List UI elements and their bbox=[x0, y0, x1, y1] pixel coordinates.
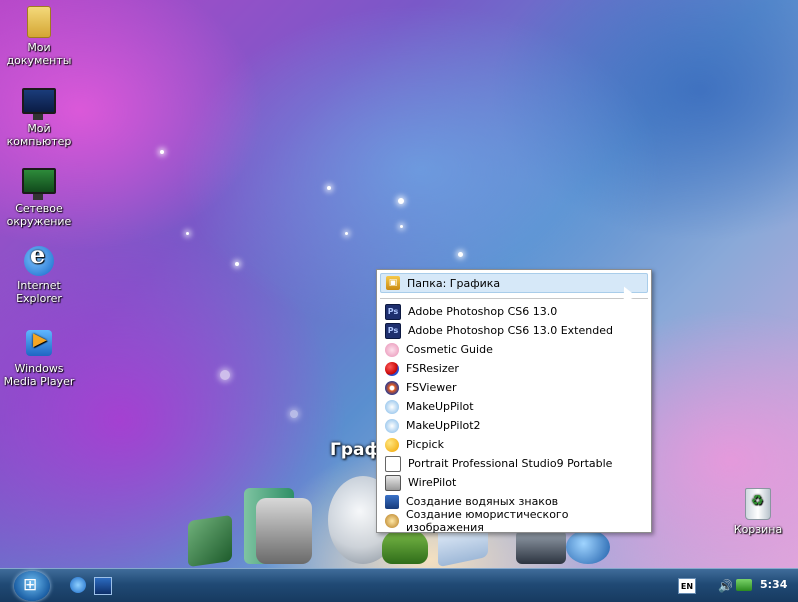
internet-explorer-icon: e bbox=[24, 243, 54, 276]
menu-item-makeuppilot[interactable]: MakeUpPilot bbox=[380, 397, 648, 416]
menu-item-wirepilot[interactable]: WirePilot bbox=[380, 473, 648, 492]
menu-item-label: MakeUpPilot bbox=[406, 400, 474, 413]
menu-item-fsresizer[interactable]: FSResizer bbox=[380, 359, 648, 378]
menu-item-makeuppilot2[interactable]: MakeUpPilot2 bbox=[380, 416, 648, 435]
menu-header-folder[interactable]: ▣ Папка: Графика bbox=[380, 273, 648, 293]
menu-item-label: Picpick bbox=[406, 438, 444, 451]
desktop-icon-label: Сетевое окружение bbox=[6, 202, 72, 228]
network-tray-icon[interactable] bbox=[736, 579, 752, 591]
picpick-icon bbox=[385, 437, 399, 452]
desktop-icon-recycle-bin[interactable]: ♻ Корзина bbox=[719, 488, 797, 536]
humor-image-icon bbox=[385, 513, 399, 528]
dock-globe-icon[interactable] bbox=[566, 530, 610, 564]
cosmetic-guide-icon bbox=[385, 342, 399, 357]
menu-item-fsviewer[interactable]: FSViewer bbox=[380, 378, 648, 397]
portrait-pro-icon bbox=[385, 455, 401, 472]
menu-item-label: Создание водяных знаков bbox=[406, 495, 559, 508]
desktop-icon-label: Windows Media Player bbox=[3, 362, 75, 388]
taskbar: ⊞ EN 🔊 5:34 bbox=[0, 568, 798, 602]
wirepilot-icon bbox=[385, 474, 401, 491]
menu-item-cosmetic-guide[interactable]: Cosmetic Guide bbox=[380, 340, 648, 359]
volume-icon[interactable]: 🔊 bbox=[718, 579, 733, 593]
fsviewer-icon bbox=[385, 380, 399, 395]
recycle-bin-icon: ♻ bbox=[745, 488, 771, 520]
language-indicator[interactable]: EN bbox=[678, 578, 696, 594]
dock-folder-title: Граф bbox=[330, 440, 382, 460]
quicklaunch-show-desktop-icon[interactable] bbox=[94, 577, 112, 595]
menu-item-label: Создание юмористического изображения bbox=[406, 507, 569, 534]
menu-item-label: FSViewer bbox=[406, 381, 457, 394]
menu-item-photoshop-extended[interactable]: Ps Adobe Photoshop CS6 13.0 Extended bbox=[380, 321, 648, 340]
sparkle bbox=[235, 262, 239, 266]
sparkle bbox=[220, 370, 230, 380]
watermark-icon bbox=[385, 494, 399, 509]
sparkle bbox=[458, 252, 463, 257]
desktop-icon-network[interactable]: Сетевое окружение bbox=[0, 164, 78, 228]
desktop-icon-label: Корзина bbox=[733, 523, 783, 536]
menu-item-portrait-professional[interactable]: Portrait Professional Studio9 Portable bbox=[380, 454, 648, 473]
desktop-icon-label: Internet Explorer bbox=[16, 279, 62, 305]
clock[interactable]: 5:34 bbox=[760, 578, 787, 591]
makeuppilot-icon bbox=[385, 399, 399, 414]
menu-item-humor-image[interactable]: Создание юмористического изображения bbox=[380, 508, 648, 534]
dock-graphics-app-icon[interactable] bbox=[188, 514, 232, 568]
menu-item-label: MakeUpPilot2 bbox=[406, 419, 481, 432]
fsresizer-icon bbox=[385, 361, 399, 376]
desktop-icon-label: Мой компьютер bbox=[6, 122, 72, 148]
menu-item-photoshop[interactable]: Ps Adobe Photoshop CS6 13.0 bbox=[380, 302, 648, 321]
menu-item-label: Adobe Photoshop CS6 13.0 bbox=[408, 305, 558, 318]
sparkle bbox=[398, 198, 404, 204]
media-player-icon: ▶ bbox=[26, 330, 52, 356]
menu-item-label: Cosmetic Guide bbox=[406, 343, 493, 356]
start-button[interactable]: ⊞ bbox=[14, 571, 50, 601]
makeuppilot-icon bbox=[385, 418, 399, 433]
dock-scanner-icon[interactable] bbox=[516, 530, 566, 564]
sparkle bbox=[345, 232, 348, 235]
desktop-icon-windows-media-player[interactable]: ▶ Windows Media Player bbox=[0, 330, 78, 388]
menu-separator bbox=[380, 298, 648, 299]
menu-item-label: WirePilot bbox=[408, 476, 457, 489]
sparkle bbox=[327, 186, 331, 190]
menu-header-label: Папка: Графика bbox=[407, 276, 501, 290]
folder-popup-menu: ▣ Папка: Графика Ps Adobe Photoshop CS6 … bbox=[376, 269, 652, 534]
desktop-icon-label: Мои документы bbox=[6, 41, 72, 67]
folder-graphics-icon: ▣ bbox=[386, 276, 400, 290]
windows-logo-icon: ⊞ bbox=[23, 575, 38, 595]
sparkle bbox=[160, 150, 164, 154]
sparkle bbox=[290, 410, 298, 418]
photoshop-icon: Ps bbox=[385, 303, 401, 320]
menu-item-label: Adobe Photoshop CS6 13.0 Extended bbox=[408, 324, 613, 337]
computer-icon bbox=[22, 88, 56, 120]
my-documents-folder-icon bbox=[27, 6, 51, 38]
desktop-icon-my-documents[interactable]: Мои документы bbox=[0, 6, 78, 67]
desktop-icon-internet-explorer[interactable]: e Internet Explorer bbox=[0, 243, 78, 306]
desktop-icon-my-computer[interactable]: Мой компьютер bbox=[0, 84, 78, 148]
network-icon bbox=[22, 168, 56, 200]
quicklaunch-internet-explorer-icon[interactable] bbox=[70, 577, 86, 593]
menu-item-picpick[interactable]: Picpick bbox=[380, 435, 648, 454]
menu-item-label: FSResizer bbox=[406, 362, 459, 375]
menu-item-label: Portrait Professional Studio9 Portable bbox=[408, 457, 613, 470]
dock-camera-icon[interactable] bbox=[256, 498, 312, 564]
photoshop-icon: Ps bbox=[385, 322, 401, 339]
sparkle bbox=[186, 232, 189, 235]
sparkle bbox=[400, 225, 403, 228]
